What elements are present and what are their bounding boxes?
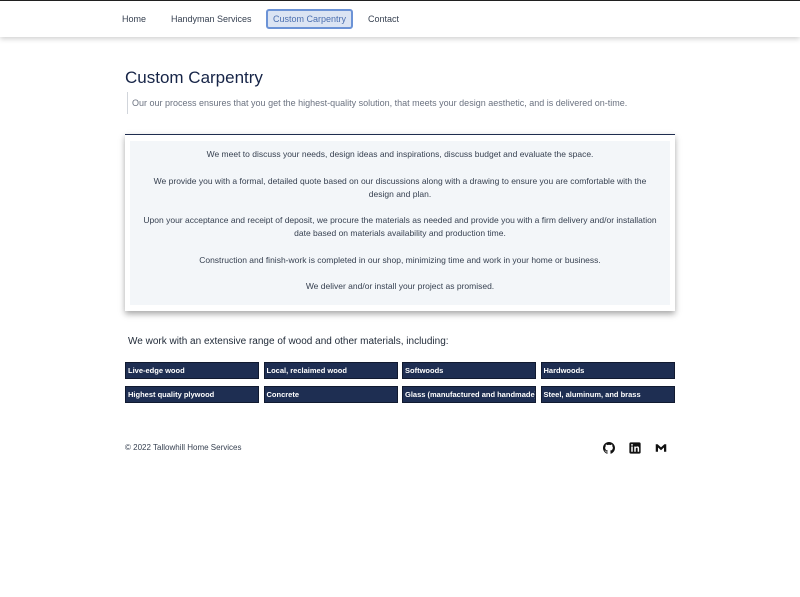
material-tag: Highest quality plywood	[125, 386, 259, 403]
page-subtitle: Our our process ensures that you get the…	[127, 92, 627, 114]
nav-home[interactable]: Home	[116, 9, 152, 29]
process-step: We meet to discuss your needs, design id…	[206, 149, 594, 159]
page-title: Custom Carpentry	[125, 68, 263, 87]
process-step: We deliver and/or install your project a…	[305, 281, 495, 291]
materials-grid: Live-edge wood Local, reclaimed wood Sof…	[125, 362, 676, 403]
material-tag: Softwoods	[402, 362, 536, 379]
nav-contact[interactable]: Contact	[362, 9, 405, 29]
navbar: Home Handyman Services Custom Carpentry …	[0, 1, 800, 37]
material-tag: Local, reclaimed wood	[263, 362, 398, 379]
github-icon[interactable]	[603, 442, 615, 454]
process-step: We provide you with a formal, detailed q…	[153, 175, 647, 199]
material-tag: Concrete	[263, 386, 398, 403]
nav-custom-carpentry[interactable]: Custom Carpentry	[266, 9, 354, 29]
nav-handyman-services[interactable]: Handyman Services	[165, 9, 258, 29]
material-tag: Hardwoods	[540, 362, 675, 379]
gmail-icon[interactable]	[655, 442, 667, 454]
materials-heading: We work with an extensive range of wood …	[128, 336, 449, 347]
process-list: We meet to discuss your needs, design id…	[130, 141, 670, 305]
material-tag: Steel, aluminum, and brass	[540, 386, 675, 403]
process-step: Upon your acceptance and receipt of depo…	[143, 215, 657, 238]
material-tag: Glass (manufactured and handmade)	[402, 386, 536, 403]
linkedin-icon[interactable]	[629, 442, 641, 454]
process-card: We meet to discuss your needs, design id…	[125, 134, 675, 311]
process-step: Construction and finish-work is complete…	[199, 254, 601, 265]
material-tag: Live-edge wood	[125, 362, 259, 379]
copyright: © 2022 Tallowhill Home Services	[125, 443, 242, 452]
